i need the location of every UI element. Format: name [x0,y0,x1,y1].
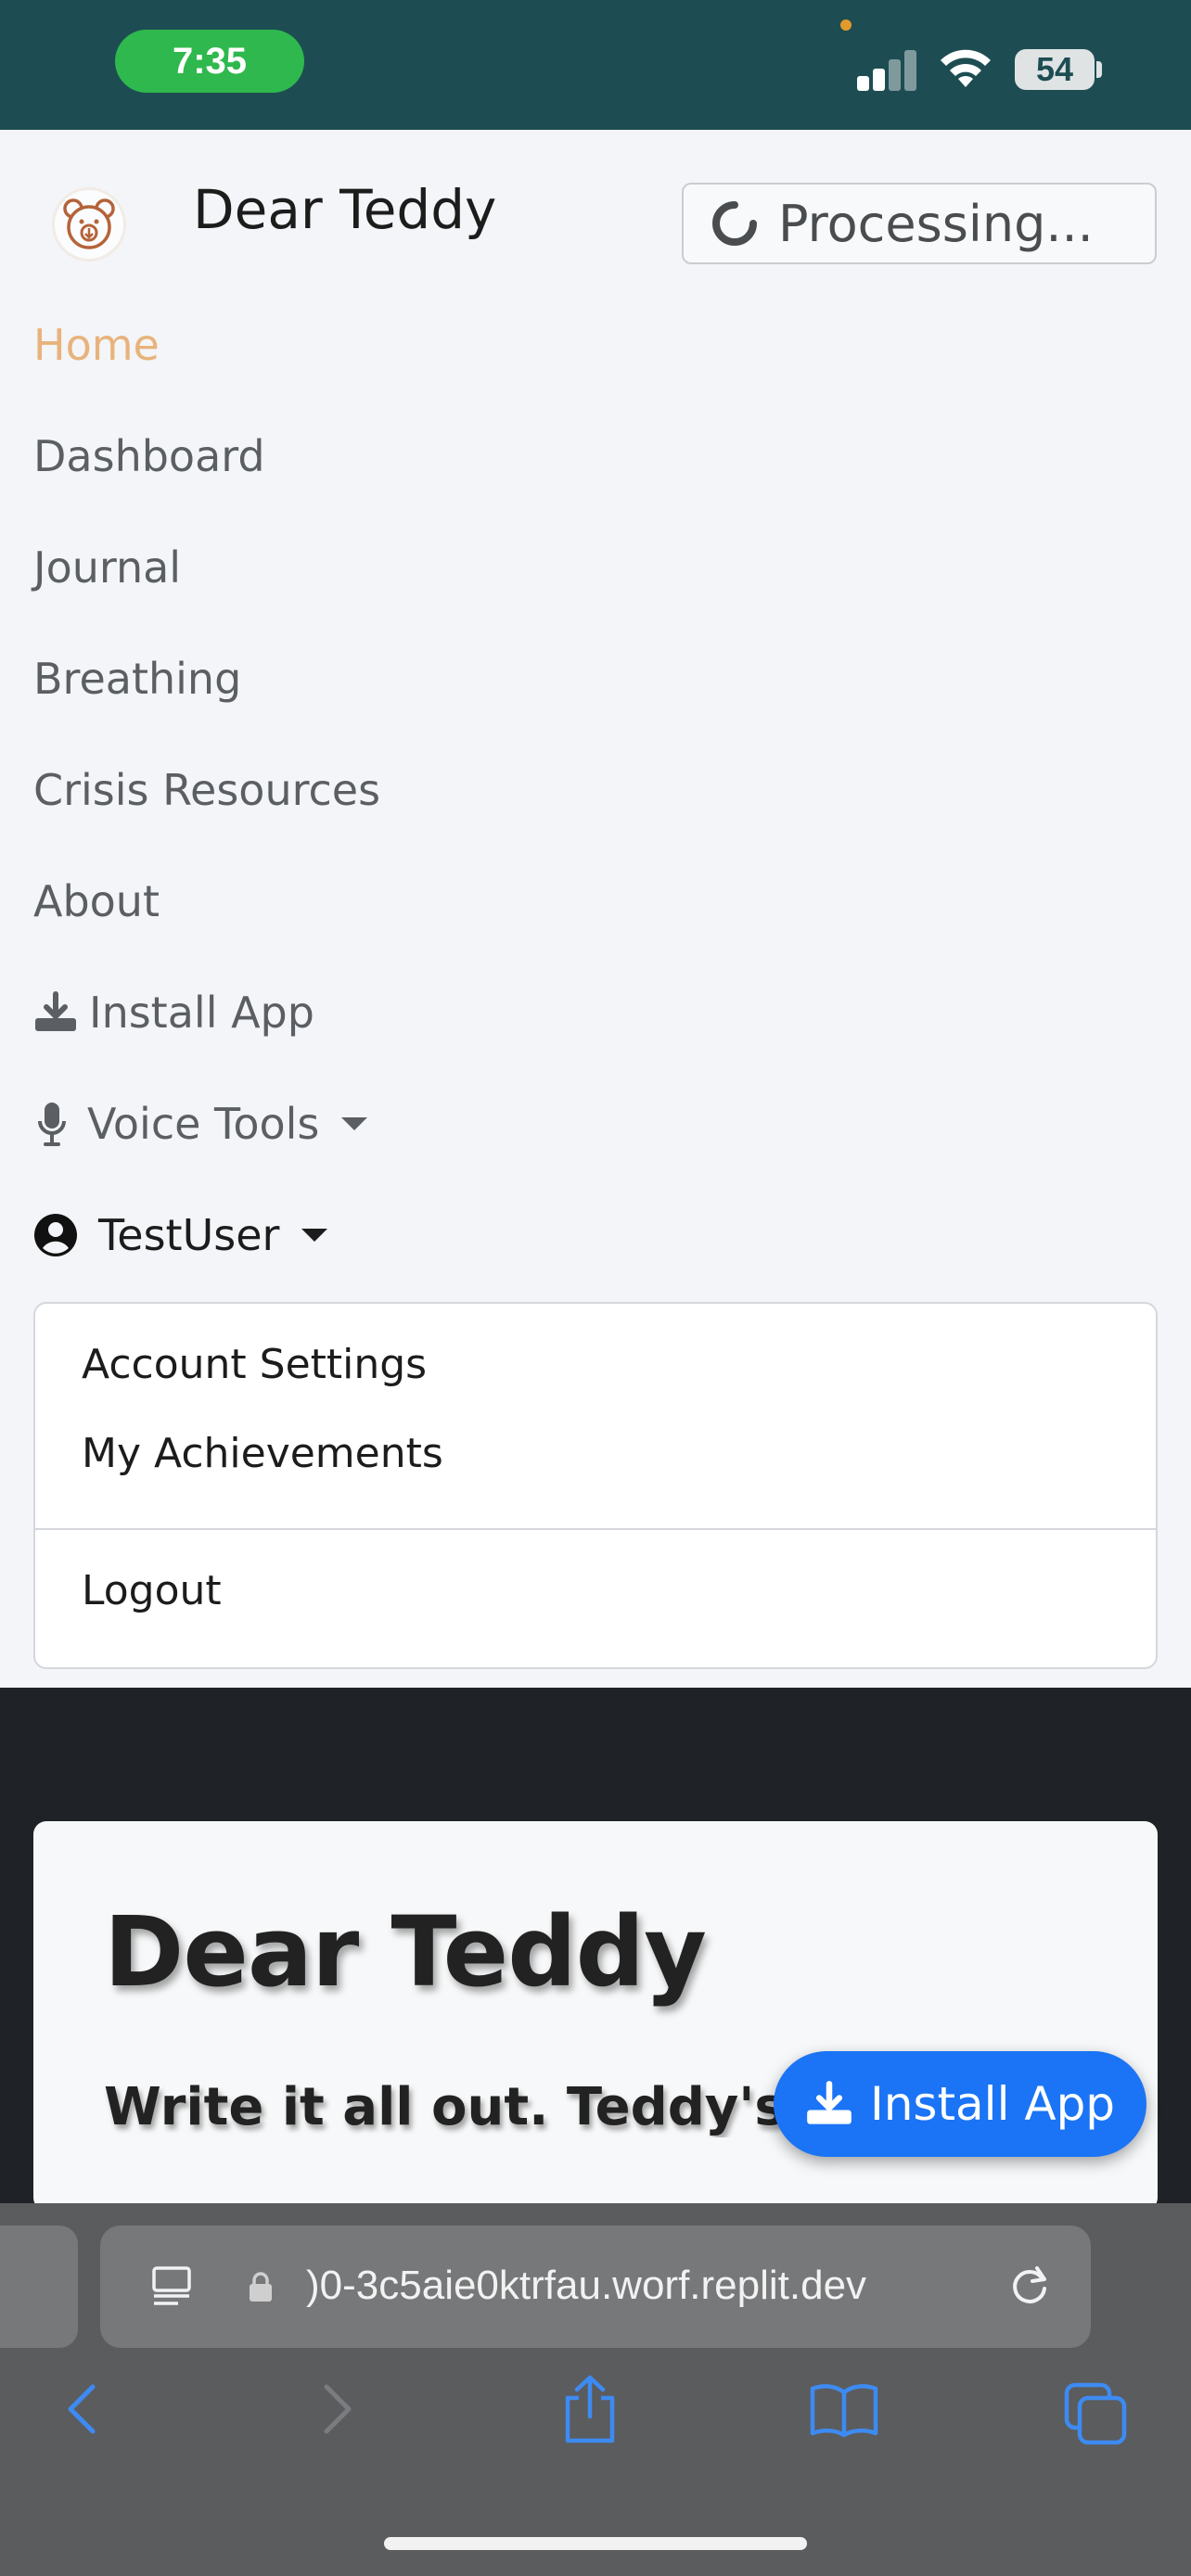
nav-item-journal[interactable]: Journal [33,542,181,593]
reload-icon[interactable] [1005,2261,1054,2309]
privacy-indicator-dot [840,19,852,31]
nav-item-home[interactable]: Home [33,320,160,370]
nav-item-user-menu[interactable]: TestUser [33,1210,328,1260]
download-icon [807,2081,852,2124]
menu-item-logout[interactable]: Logout [82,1567,222,1614]
wifi-icon [941,49,991,87]
back-icon[interactable] [59,2381,104,2437]
nav-item-label: Voice Tools [87,1099,320,1149]
bookmarks-icon[interactable] [809,2381,879,2439]
install-app-button[interactable]: Install App [774,2051,1146,2157]
home-indicator[interactable] [384,2537,807,2550]
forward-icon[interactable] [315,2381,360,2437]
nav-item-crisis-resources[interactable]: Crisis Resources [33,765,380,815]
browser-chrome: )0-3c5aie0ktrfau.worf.replit.dev [0,2203,1191,2576]
nav-item-label: Breathing [33,654,242,704]
tabs-icon[interactable] [1063,2381,1128,2446]
address-bar[interactable]: )0-3c5aie0ktrfau.worf.replit.dev [100,2225,1091,2348]
reader-mode-icon[interactable] [148,2263,195,2309]
teddy-bear-icon[interactable] [52,187,126,261]
chevron-down-icon [301,1229,328,1242]
nav-item-label: Install App [89,988,314,1038]
user-dropdown-menu: Account Settings My Achievements Logout [33,1302,1158,1669]
nav-item-about[interactable]: About [33,876,160,926]
hero-subtitle: Write it all out. Teddy's li [104,2077,809,2137]
nav-item-label: Home [33,320,160,370]
cellular-signal-icon [857,48,918,91]
microphone-icon [37,1101,67,1147]
menu-item-my-achievements[interactable]: My Achievements [82,1430,443,1477]
share-icon[interactable] [560,2374,620,2444]
nav-item-label: Dashboard [33,431,265,481]
nav-item-install-app[interactable]: Install App [33,988,314,1038]
nav-item-label: Crisis Resources [33,765,381,815]
download-icon [33,990,78,1035]
nav-item-voice-tools[interactable]: Voice Tools [33,1099,368,1149]
dropdown-divider [35,1528,1156,1530]
processing-button[interactable]: Processing... [682,183,1157,264]
processing-label: Processing... [778,194,1094,253]
status-bar: 7:35 54 [0,0,1191,130]
previous-tab-preview[interactable] [0,2225,78,2348]
nav-item-label: About [33,876,160,926]
chevron-down-icon [341,1117,368,1130]
nav-item-dashboard[interactable]: Dashboard [33,431,265,481]
nav-panel: Dear Teddy Processing... Home Dashboard … [0,130,1191,1688]
hero-title: Dear Teddy [104,1895,707,2009]
status-time: 7:35 [115,30,304,93]
spinner-icon [712,201,757,246]
nav-item-label: TestUser [98,1210,280,1260]
menu-item-account-settings[interactable]: Account Settings [82,1341,427,1388]
brand-title[interactable]: Dear Teddy [193,178,496,241]
nav-item-label: Journal [33,542,182,593]
lock-icon [250,2272,272,2302]
url-text: )0-3c5aie0ktrfau.worf.replit.dev [306,2263,867,2308]
battery-nub [1096,61,1102,78]
install-app-label: Install App [869,2077,1116,2131]
nav-item-breathing[interactable]: Breathing [33,654,241,704]
battery-icon: 54 [1015,49,1095,90]
user-circle-icon [33,1213,78,1257]
